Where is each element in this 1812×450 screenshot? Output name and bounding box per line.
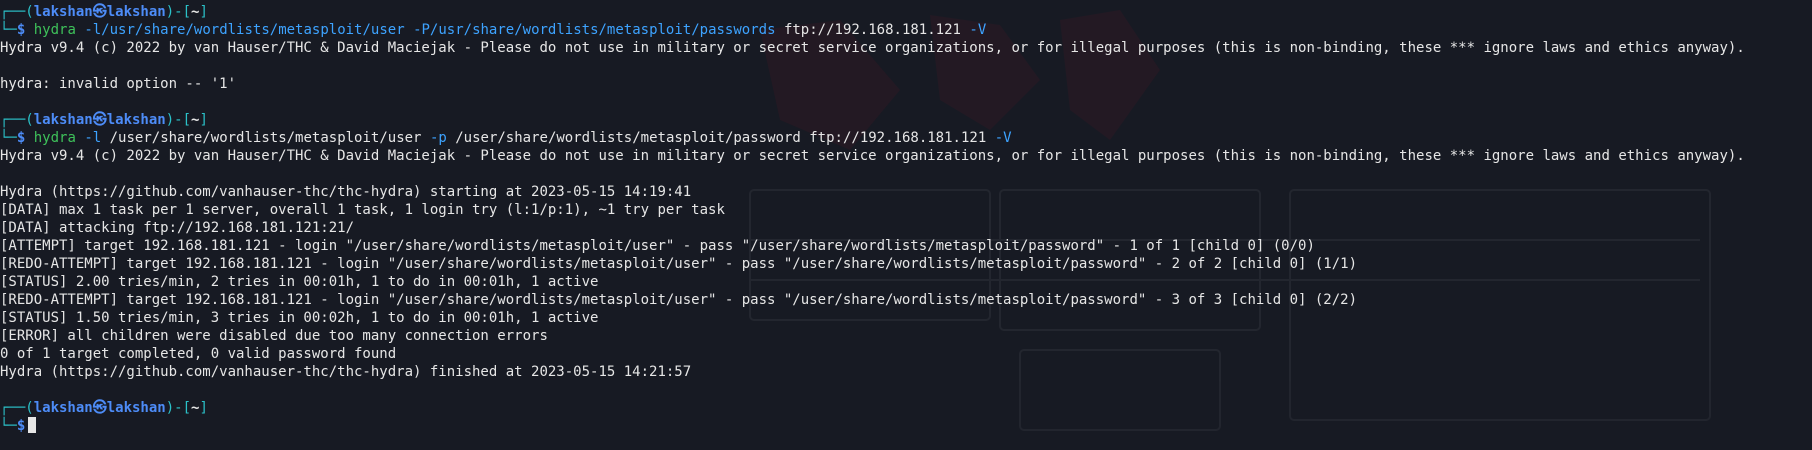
output-line: Hydra (https://github.com/vanhauser-thc/…: [0, 184, 692, 200]
output-line: Hydra (https://github.com/vanhauser-thc/…: [0, 364, 692, 380]
output-line: [STATUS] 2.00 tries/min, 2 tries in 00:0…: [0, 274, 599, 290]
command-line: └─$ hydra -l/usr/share/wordlists/metaspl…: [0, 22, 987, 38]
text-cursor: [28, 417, 37, 433]
prompt-header: ┌──(lakshan㉿lakshan)-[~]: [0, 400, 208, 416]
output-line: [DATA] max 1 task per 1 server, overall …: [0, 202, 725, 218]
command-program: hydra: [33, 22, 76, 38]
output-banner: Hydra v9.4 (c) 2022 by van Hauser/THC & …: [0, 148, 1745, 164]
output-line: [ATTEMPT] target 192.168.181.121 - login…: [0, 238, 1315, 254]
user-host: lakshan㉿lakshan: [33, 112, 166, 128]
command-line: └─$ hydra -l /user/share/wordlists/metas…: [0, 130, 1012, 146]
user-host: lakshan㉿lakshan: [33, 4, 166, 20]
user-host: lakshan㉿lakshan: [33, 400, 166, 416]
prompt-header: ┌──(lakshan㉿lakshan)-[~]: [0, 112, 208, 128]
terminal-window[interactable]: ┌──(lakshan㉿lakshan)-[~] └─$ hydra -l/us…: [0, 3, 1812, 450]
output-banner: Hydra v9.4 (c) 2022 by van Hauser/THC & …: [0, 40, 1745, 56]
output-line: 0 of 1 target completed, 0 valid passwor…: [0, 346, 397, 362]
prompt-header: ┌──(lakshan㉿lakshan)-[~]: [0, 4, 208, 20]
output-line: [REDO-ATTEMPT] target 192.168.181.121 - …: [0, 292, 1358, 308]
output-line: [STATUS] 1.50 tries/min, 3 tries in 00:0…: [0, 310, 599, 326]
output-error: hydra: invalid option -- '1': [0, 76, 237, 92]
output-line: [DATA] attacking ftp://192.168.181.121:2…: [0, 220, 355, 236]
active-command-line[interactable]: └─$: [0, 417, 1812, 435]
command-program: hydra: [33, 130, 76, 146]
output-line: [REDO-ATTEMPT] target 192.168.181.121 - …: [0, 256, 1358, 272]
output-line: [ERROR] all children were disabled due t…: [0, 328, 548, 344]
